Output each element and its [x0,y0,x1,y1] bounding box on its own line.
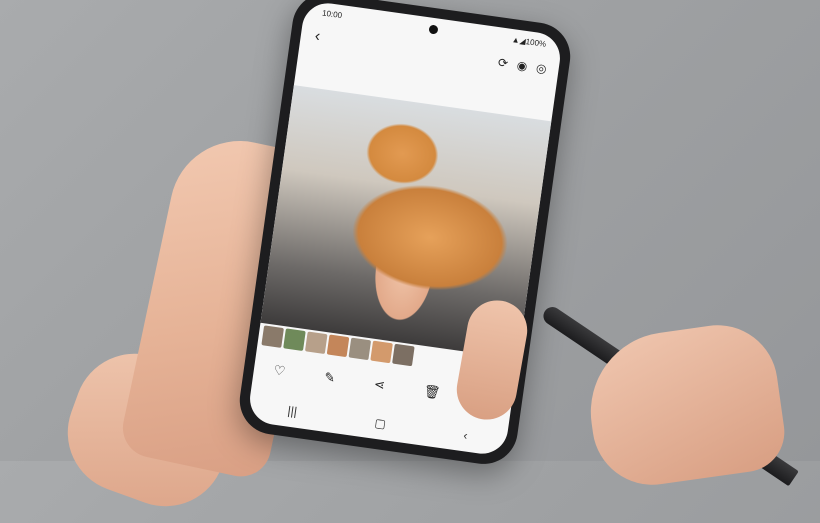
gallery-thumbnail[interactable] [261,325,284,348]
remaster-icon[interactable]: ⟳ [497,55,509,70]
home-icon[interactable]: ▢ [374,416,387,431]
top-icon-group: ⟳ ◉ ◎ [497,55,548,76]
gallery-thumbnail[interactable] [392,343,415,367]
smartphone: 10:00 ▲◢100% ‹ ⟳ ◉ ◎ ♡ ✎ ⋖ 🗑 ⋮ [235,0,575,469]
share-icon[interactable]: ⋖ [373,376,386,393]
gallery-thumbnail[interactable] [283,328,306,351]
heart-icon[interactable]: ♡ [273,362,287,379]
gallery-thumbnail[interactable] [326,334,350,358]
chevron-left-icon[interactable]: ‹ [314,28,322,47]
delete-icon[interactable]: 🗑 [423,383,441,401]
pen-holding-hand [580,317,790,493]
back-icon[interactable]: ‹ [463,428,469,442]
status-time: 10:00 [321,8,343,21]
gallery-thumbnail[interactable] [348,337,372,361]
status-indicators: ▲◢100% [511,35,547,49]
scene: 10:00 ▲◢100% ‹ ⟳ ◉ ◎ ♡ ✎ ⋖ 🗑 ⋮ [0,0,820,523]
live-focus-icon[interactable]: ◉ [516,58,528,73]
view-icon[interactable]: ◎ [535,61,547,76]
gallery-thumbnail[interactable] [370,340,393,364]
recents-icon[interactable]: ||| [287,404,298,419]
edit-icon[interactable]: ✎ [323,369,336,386]
gallery-thumbnail[interactable] [304,331,328,355]
